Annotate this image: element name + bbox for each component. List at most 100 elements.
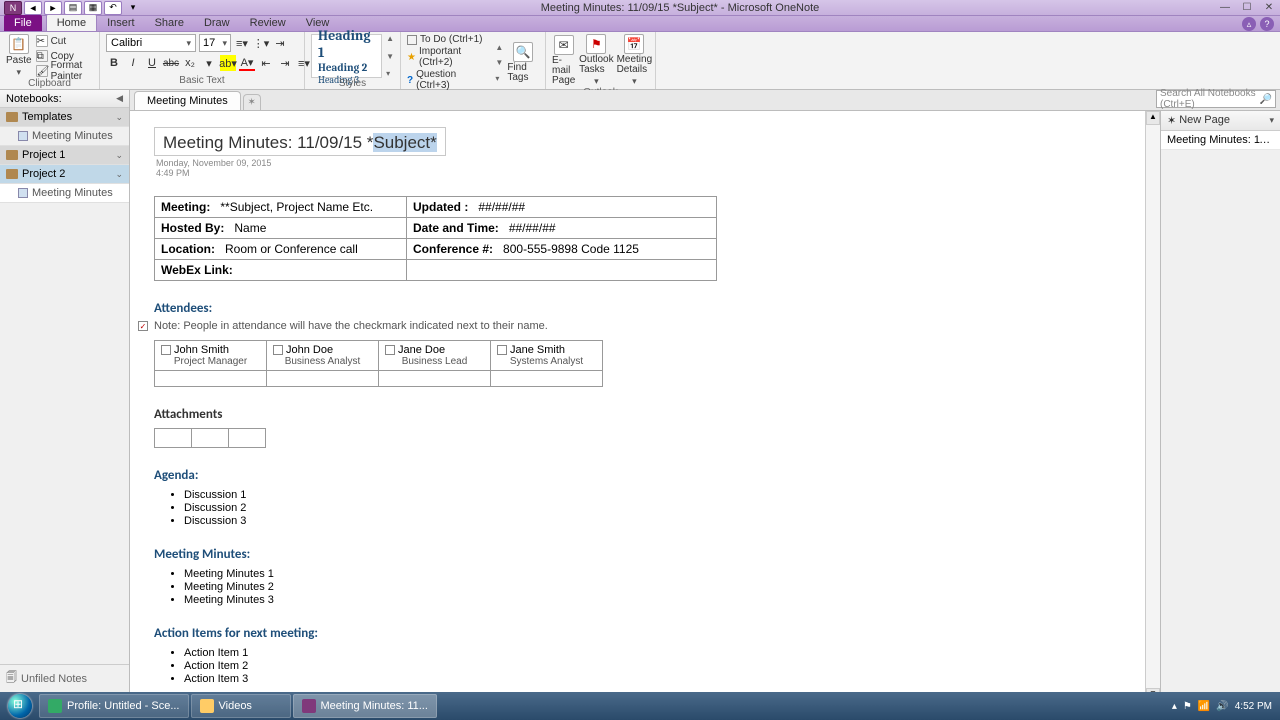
hosted-value[interactable]: Name: [234, 221, 266, 235]
tray-network-icon[interactable]: 📶: [1198, 701, 1210, 712]
checkbox-icon[interactable]: [385, 345, 395, 355]
style-heading2[interactable]: Heading 2: [318, 61, 375, 74]
meeting-value[interactable]: **Subject, Project Name Etc.: [220, 200, 373, 214]
attendees-table[interactable]: John SmithProject Manager John DoeBusine…: [154, 340, 603, 387]
section-tab-meeting-minutes[interactable]: Meeting Minutes: [134, 91, 241, 110]
list-item[interactable]: Action Item 3: [184, 673, 1121, 685]
file-tab[interactable]: File: [4, 15, 42, 31]
ribbon-minimize-icon[interactable]: ▵: [1242, 17, 1256, 31]
attach-cell-3[interactable]: [228, 428, 266, 448]
checkbox-icon[interactable]: [273, 345, 283, 355]
list-item[interactable]: Meeting Minutes 2: [184, 581, 1121, 593]
forward-button[interactable]: ►: [44, 1, 62, 15]
format-painter-button[interactable]: 🖌Format Painter: [36, 64, 93, 78]
tag-todo[interactable]: To Do (Ctrl+1): [407, 34, 491, 45]
back-button[interactable]: ◄: [24, 1, 42, 15]
maximize-button[interactable]: ☐: [1240, 2, 1254, 14]
paste-button[interactable]: 📋 Paste ▾: [6, 34, 32, 78]
strike-button[interactable]: abc: [163, 55, 179, 71]
subscript-button[interactable]: x₂: [182, 55, 198, 71]
qat-customize[interactable]: ▾: [124, 1, 142, 15]
list-item[interactable]: Meeting Minutes 1: [184, 568, 1121, 580]
qat-btn-2[interactable]: ▦: [84, 1, 102, 15]
outdent-button[interactable]: ⇤: [258, 55, 274, 71]
tag-up-icon[interactable]: ▲: [495, 43, 503, 52]
collapse-icon[interactable]: ◀: [116, 93, 123, 104]
scroll-up-icon[interactable]: ▲: [1146, 111, 1160, 125]
highlight-button[interactable]: ab▾: [220, 55, 236, 71]
styles-gallery[interactable]: Heading 1 Heading 2 Heading 3: [311, 34, 382, 78]
bullets-icon[interactable]: ≡▾: [234, 35, 250, 51]
notebook-project2[interactable]: Project 2⌄: [0, 165, 129, 184]
meeting-details-button[interactable]: 📅Meeting Details▾: [617, 34, 651, 87]
style-heading1[interactable]: Heading 1: [318, 27, 375, 61]
indent-icon[interactable]: ⇥: [272, 35, 288, 51]
attendee-1[interactable]: John Smith: [161, 344, 260, 356]
meeting-info-table[interactable]: Meeting: **Subject, Project Name Etc. Up…: [154, 196, 717, 281]
note-canvas[interactable]: Meeting Minutes: 11/09/15 *Subject* Mond…: [130, 111, 1146, 702]
tab-review[interactable]: Review: [240, 15, 296, 31]
conference-value[interactable]: 800-555-9898 Code 1125: [503, 242, 639, 256]
font-size-select[interactable]: 17▾: [199, 34, 231, 52]
datetime-value[interactable]: ##/##/##: [509, 221, 556, 235]
cut-button[interactable]: ✂Cut: [36, 34, 93, 48]
list-item[interactable]: Discussion 2: [184, 502, 1121, 514]
location-value[interactable]: Room or Conference call: [225, 242, 358, 256]
system-tray[interactable]: ▴ ⚑ 📶 🔊 4:52 PM: [1172, 701, 1278, 712]
checkbox-icon[interactable]: [497, 345, 507, 355]
list-item[interactable]: Action Item 2: [184, 660, 1121, 672]
tab-share[interactable]: Share: [145, 15, 194, 31]
agenda-list[interactable]: Discussion 1 Discussion 2 Discussion 3: [184, 489, 1121, 527]
font-color-button[interactable]: A▾: [239, 55, 255, 71]
list-item[interactable]: Meeting Minutes 3: [184, 594, 1121, 606]
tray-expand-icon[interactable]: ▴: [1172, 701, 1177, 712]
vertical-scrollbar[interactable]: ▲ ▼: [1146, 111, 1160, 702]
section-project2-meeting[interactable]: Meeting Minutes: [0, 184, 129, 203]
list-item[interactable]: Discussion 3: [184, 515, 1121, 527]
attendee-3[interactable]: Jane Doe: [385, 344, 484, 356]
style-up-icon[interactable]: ▲: [386, 34, 394, 43]
tab-draw[interactable]: Draw: [194, 15, 240, 31]
email-page-button[interactable]: ✉E-mail Page: [552, 35, 575, 86]
tag-down-icon[interactable]: ▼: [495, 58, 503, 67]
updated-value[interactable]: ##/##/##: [478, 200, 525, 214]
attendee-2[interactable]: John Doe: [273, 344, 372, 356]
undo-button[interactable]: ↶: [104, 1, 122, 15]
tab-home[interactable]: Home: [46, 14, 97, 31]
style-more-icon[interactable]: ▾: [386, 69, 394, 78]
list-item[interactable]: Action Item 1: [184, 647, 1121, 659]
superscript-dropdown[interactable]: ▾: [201, 55, 217, 71]
font-select[interactable]: Calibri▾: [106, 34, 196, 52]
help-icon[interactable]: ?: [1260, 17, 1274, 31]
underline-button[interactable]: U: [144, 55, 160, 71]
tab-insert[interactable]: Insert: [97, 15, 145, 31]
attachments-table[interactable]: [154, 428, 1121, 448]
tag-question[interactable]: ?Question (Ctrl+3): [407, 69, 491, 91]
style-down-icon[interactable]: ▼: [386, 52, 394, 61]
checkbox-checked-icon[interactable]: ✓: [138, 321, 148, 331]
bold-button[interactable]: B: [106, 55, 122, 71]
indent2-button[interactable]: ⇥: [277, 55, 293, 71]
minimize-button[interactable]: —: [1218, 2, 1232, 14]
notebook-templates[interactable]: Templates⌄: [0, 108, 129, 127]
tag-important[interactable]: ★Important (Ctrl+2): [407, 46, 491, 68]
start-button[interactable]: [2, 692, 38, 720]
list-item[interactable]: Discussion 1: [184, 489, 1121, 501]
outlook-tasks-button[interactable]: ⚑Outlook Tasks▾: [579, 34, 613, 87]
tag-more-icon[interactable]: ▾: [495, 74, 503, 83]
chevron-down-icon[interactable]: ▾: [1269, 115, 1274, 126]
attendee-4[interactable]: Jane Smith: [497, 344, 596, 356]
notebooks-header[interactable]: Notebooks:◀: [0, 90, 129, 108]
checkbox-icon[interactable]: [161, 345, 171, 355]
attach-cell-1[interactable]: [154, 428, 192, 448]
tray-flag-icon[interactable]: ⚑: [1183, 701, 1192, 712]
italic-button[interactable]: I: [125, 55, 141, 71]
page-title-container[interactable]: Meeting Minutes: 11/09/15 *Subject*: [154, 127, 446, 156]
search-input[interactable]: Search All Notebooks (Ctrl+E)🔎: [1156, 90, 1276, 108]
tray-clock[interactable]: 4:52 PM: [1235, 701, 1272, 712]
notebook-project1[interactable]: Project 1⌄: [0, 146, 129, 165]
add-section-button[interactable]: ✶: [243, 94, 261, 110]
unfiled-notes[interactable]: 🗐Unfiled Notes: [0, 664, 129, 692]
find-tags-button[interactable]: 🔍 Find Tags: [507, 42, 539, 83]
close-button[interactable]: ✕: [1262, 2, 1276, 14]
